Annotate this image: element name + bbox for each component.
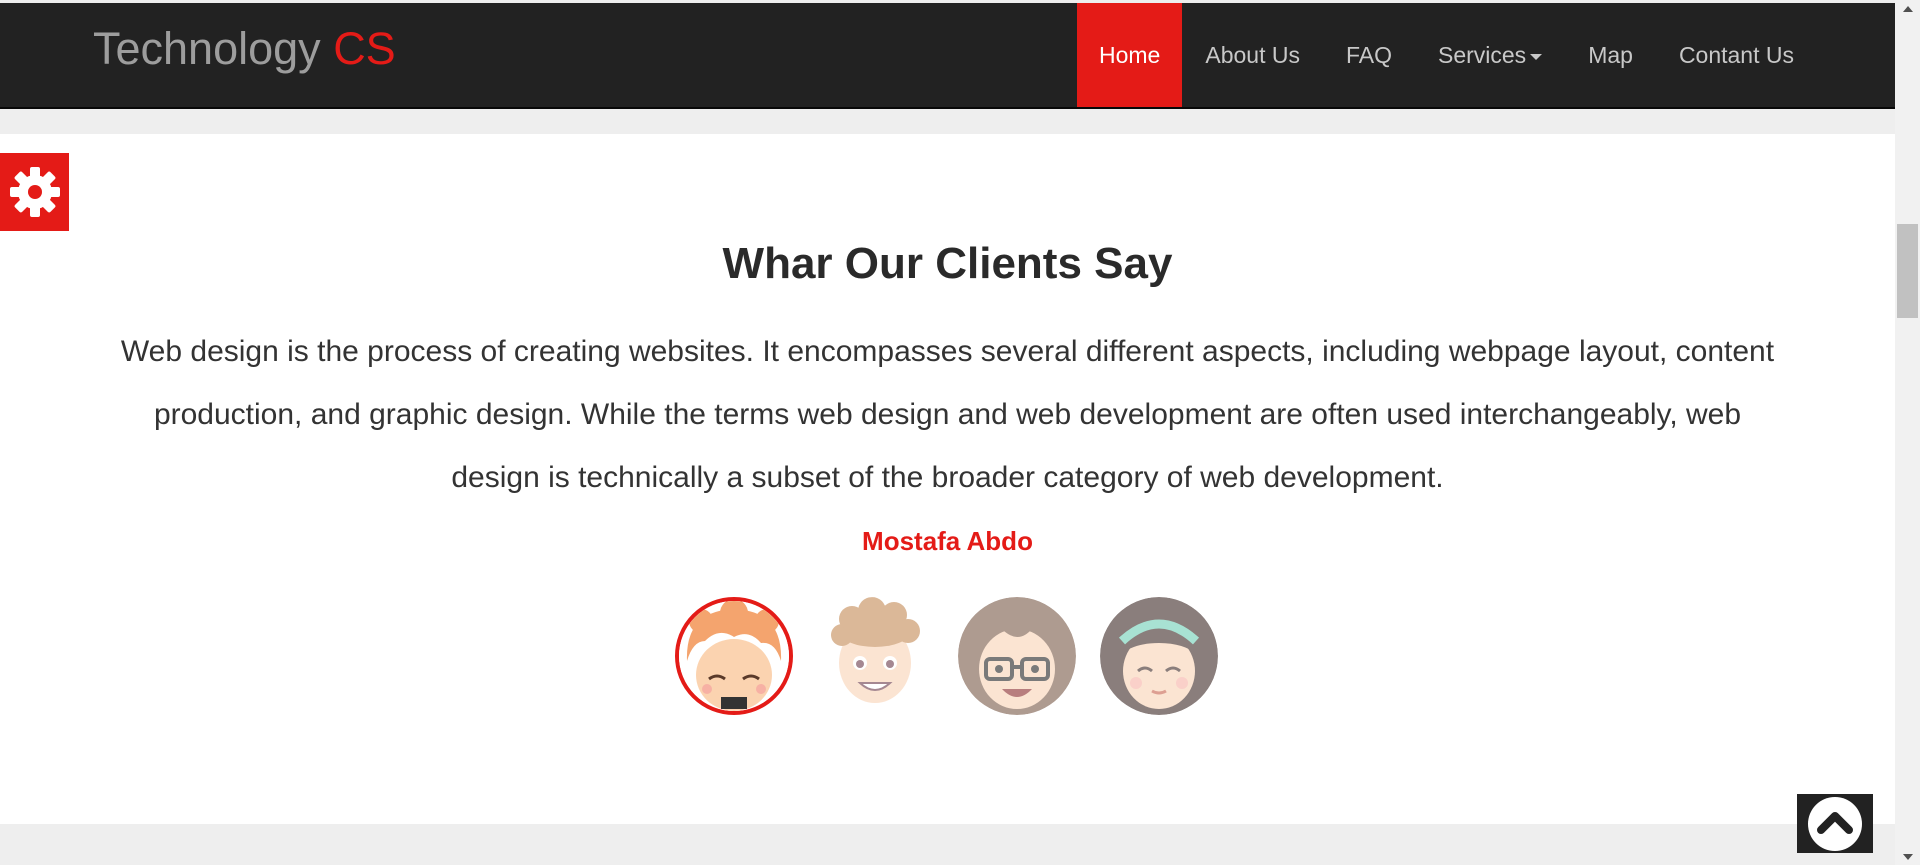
nav-menu: Home About Us FAQ Services Map Contant U… (1077, 3, 1817, 107)
avatar-4[interactable] (1100, 597, 1218, 715)
settings-button[interactable] (0, 153, 69, 231)
nav-item-about-us[interactable]: About Us (1182, 3, 1323, 107)
scroll-to-top-button[interactable] (1797, 794, 1873, 853)
nav-item-label: Home (1099, 41, 1161, 68)
nav-item-faq[interactable]: FAQ (1323, 3, 1415, 107)
section-title: Whar Our Clients Say (722, 239, 1173, 288)
avatar-1[interactable] (675, 597, 793, 715)
nav-item-label: FAQ (1345, 41, 1392, 68)
brand-logo[interactable]: Technology CS (93, 21, 396, 76)
page: Technology CS Home About Us FAQ Services… (0, 0, 1920, 865)
vertical-scrollbar[interactable] (1895, 0, 1920, 865)
caret-down-icon (1530, 54, 1543, 60)
avatar-3[interactable] (958, 597, 1076, 715)
brand-accent: CS (333, 23, 396, 74)
avatar-glasses-icon (958, 597, 1076, 715)
nav-item-services[interactable]: Services (1415, 3, 1565, 107)
chevron-up-icon (1808, 796, 1862, 851)
testimonial-quote: Web design is the process of creating we… (120, 335, 1775, 494)
avatar-selector (675, 597, 1218, 717)
nav-item-home[interactable]: Home (1077, 3, 1183, 107)
nav-item-label: Map (1588, 41, 1633, 68)
avatar-2[interactable] (816, 597, 934, 715)
nav-item-label: Contant Us (1678, 41, 1794, 68)
testimonial-author: Mostafa Abdo (862, 526, 1033, 556)
avatar-headband-girl-icon (1100, 597, 1218, 715)
avatar-curly-boy-icon (816, 597, 934, 715)
scrollbar-thumb[interactable] (1897, 224, 1918, 318)
scroll-up-arrow-icon[interactable] (1895, 0, 1920, 17)
avatar-orange-hair-icon (679, 601, 789, 711)
nav-item-map[interactable]: Map (1565, 3, 1656, 107)
nav-item-contact-us[interactable]: Contant Us (1656, 3, 1817, 107)
nav-item-label: About Us (1205, 41, 1300, 68)
navbar: Technology CS Home About Us FAQ Services… (0, 3, 1895, 109)
nav-item-label: Services (1437, 41, 1527, 68)
scroll-down-arrow-icon[interactable] (1895, 848, 1920, 865)
gear-icon (9, 167, 60, 217)
brand-name: Technology (93, 23, 321, 74)
